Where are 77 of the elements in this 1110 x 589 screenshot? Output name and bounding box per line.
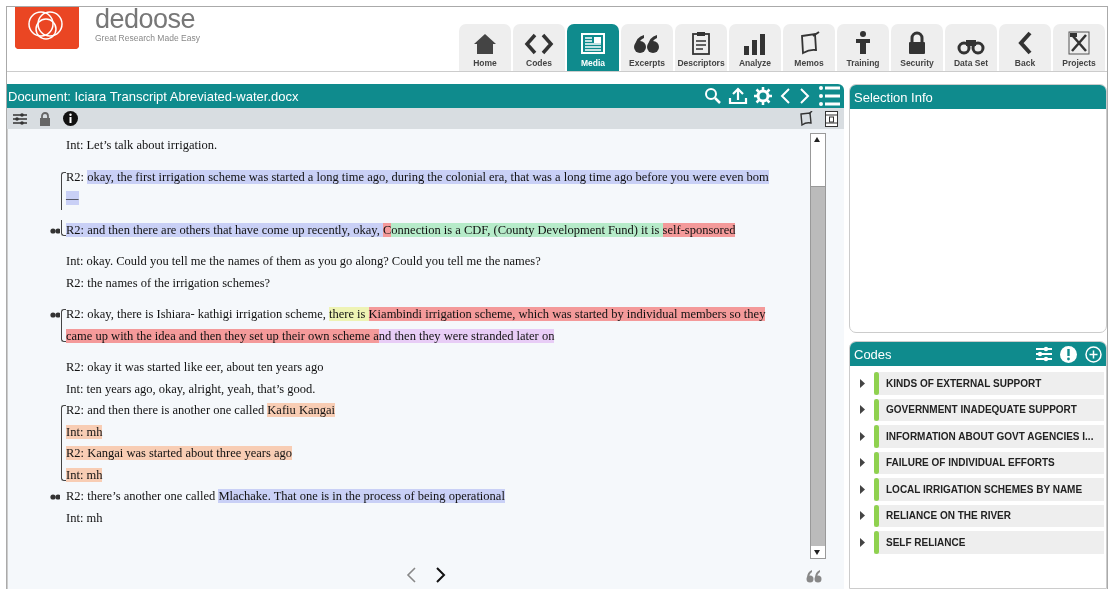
home-icon [473,33,497,55]
nav-tab[interactable]: Descriptors [675,24,727,71]
transcript-line: Int: mh [66,510,103,526]
clipboard-icon [691,31,711,55]
previous-icon[interactable] [778,87,792,105]
excerpt-bracket[interactable] [61,309,66,326]
expand-arrow-icon[interactable] [860,537,865,547]
nav-tab[interactable]: Data Set [945,24,997,71]
search-icon[interactable] [704,87,722,105]
alert-icon[interactable] [1060,345,1077,363]
scrollbar[interactable] [810,133,826,559]
lock-icon [907,31,927,55]
panel-title: Selection Info [854,89,933,105]
info-icon[interactable] [63,111,78,126]
nav-tab[interactable]: Training [837,24,889,71]
lock-icon[interactable] [39,111,51,126]
settings-icon[interactable] [754,87,772,105]
sliders-icon[interactable] [13,111,27,126]
brand-tagline: Great Research Made Easy [95,33,200,43]
transcript-line: R2: okay it was started like eer, about ten years ago [66,360,324,376]
code-item[interactable]: LOCAL IRRIGATION SCHEMES BY NAME [874,478,1104,501]
expand-arrow-icon[interactable] [860,405,865,415]
transcript-line: Int: Let’s talk about irrigation. [66,138,217,154]
logo-icon [15,7,79,49]
podium-icon [854,31,872,55]
code-item[interactable]: KINDS OF EXTERNAL SUPPORT [874,372,1104,395]
expand-arrow-icon[interactable] [860,511,865,521]
transcript-line: R2: okay, there is Ishiara- kathigi irrigation scheme, there is Kiambindi irrigation scheme, which was started by individual members so they [66,307,766,323]
code-item[interactable]: GOVERNMENT INADEQUATE SUPPORT [874,398,1104,421]
nav-tab[interactable]: Media [567,24,619,71]
nav-tab[interactable]: Excerpts [621,24,673,71]
next-icon[interactable] [435,566,447,584]
transcript-line: R2: the names of the irrigation schemes? [66,275,271,291]
code-item[interactable]: FAILURE OF INDIVIDUAL EFFORTS [874,451,1104,474]
code-item[interactable]: RELIANCE ON THE RIVER [874,504,1104,527]
document-title: Document: Iciara Transcript Abreviated-water.docx [8,88,299,104]
nav-tab[interactable]: Codes [513,24,565,71]
expand-arrow-icon[interactable] [860,378,865,388]
document-icon [580,33,606,55]
transcript-line: R2: there’s another one called Mlachake. That one is in the process of being operational [66,489,505,505]
nav-tab[interactable]: Security [891,24,943,71]
previous-icon[interactable] [405,566,417,584]
transcript-line: Int: ten years ago, okay, alright, yeah, that’s good. [66,381,316,397]
upload-icon[interactable] [728,87,748,105]
nav-tab[interactable]: Analyze [729,24,781,71]
code-item[interactable]: INFORMATION ABOUT GOVT AGENCIES I... [874,425,1104,448]
expand-arrow-icon[interactable] [860,458,865,468]
transcript-line: R2: and then there are others that have come up recently, okay, Connection is a CDF, (County Development Fund) it is self-sponsored [66,222,736,238]
expand-arrow-icon[interactable] [860,431,865,441]
brand-name: dedoose [95,7,197,31]
excerpt-bracket[interactable] [61,171,66,188]
code-brackets-icon [524,33,554,55]
nav-tab[interactable]: Back [999,24,1051,71]
list-icon[interactable] [818,85,840,107]
excerpt-marker-icon[interactable] [50,309,60,319]
note-icon[interactable] [799,111,813,126]
add-icon[interactable] [1085,345,1102,363]
binoculars-icon [957,37,985,55]
transcript-line: R2: and then there is another one called Kafiu Kangai [66,403,335,419]
nav-tab[interactable]: Home [459,24,511,71]
back-chevron-icon [1017,31,1033,55]
quote-icon[interactable] [806,569,822,583]
quote-icon [633,33,661,55]
note-icon [798,31,820,55]
calendar-icon[interactable] [825,110,838,127]
excerpt-marker-icon[interactable] [50,491,60,501]
excerpt-bracket[interactable] [61,405,66,422]
sliders-icon[interactable] [1036,346,1052,362]
expand-arrow-icon[interactable] [860,484,865,494]
nav-tab[interactable]: Projects [1053,24,1105,71]
transcript-line: Int: okay. Could you tell me the names of them as you go along? Could you tell me the names? [66,254,541,270]
bar-chart-icon [743,33,767,55]
transcript-line: came up with the idea and then they set up their own scheme and then they were stranded later on [66,328,555,344]
panel-title: Codes [854,346,892,362]
code-item[interactable]: SELF RELIANCE [874,531,1104,554]
transcript-line: R2: okay, the first irrigation scheme was started a long time ago, during the colonial era, that was a long time ago before you were even bom [66,169,769,185]
nav-tab[interactable]: Memos [783,24,835,71]
